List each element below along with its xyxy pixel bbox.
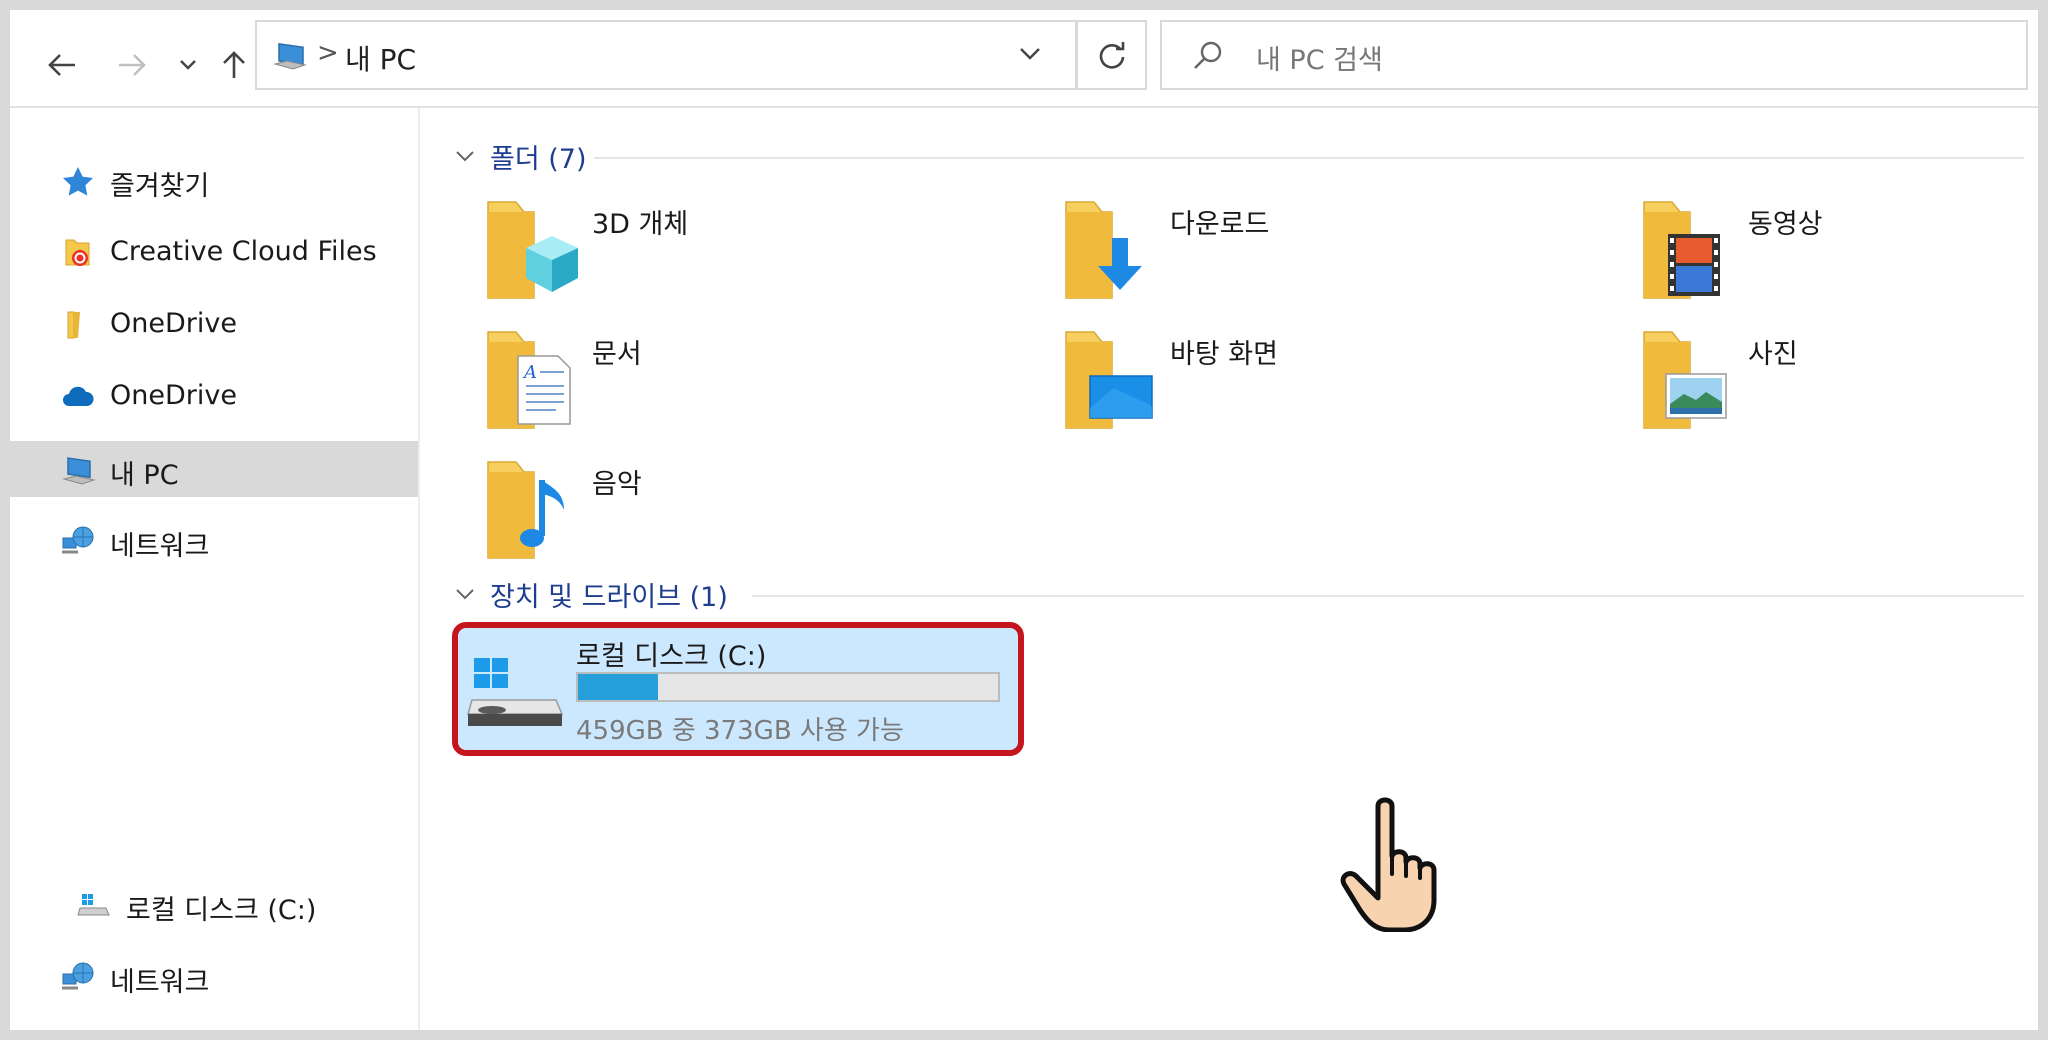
sidebar-item-network-2[interactable]: 네트워크 — [10, 948, 418, 1004]
creative-cloud-folder-icon — [65, 239, 90, 266]
sidebar-item-creative-cloud[interactable]: Creative Cloud Files — [10, 224, 418, 280]
hard-drive-icon — [467, 658, 564, 726]
folder-3d-objects[interactable]: 3D 개체 — [486, 198, 1006, 316]
refresh-icon — [1099, 42, 1124, 69]
up-button[interactable] — [212, 36, 256, 94]
sidebar-item-local-disk[interactable]: 로컬 디스크 (C:) — [10, 876, 418, 932]
folder-desktop[interactable]: 바탕 화면 — [1064, 328, 1584, 446]
drive-usage-bar — [576, 672, 1000, 702]
toolbar: > 내 PC 내 PC 검색 — [10, 10, 2038, 108]
breadcrumb-separator: > — [317, 38, 339, 68]
folder-pictures[interactable]: 사진 — [1642, 328, 2038, 446]
downloads-folder-icon — [1065, 201, 1142, 299]
file-explorer-window: > 내 PC 내 PC 검색 즐겨찾기 Creative Cloud Files… — [10, 10, 2038, 1030]
folder-icon — [67, 311, 80, 339]
back-button[interactable] — [40, 36, 84, 94]
sidebar-item-favorites[interactable]: 즐겨찾기 — [10, 152, 418, 208]
music-folder-icon — [487, 461, 564, 559]
search-box[interactable]: 내 PC 검색 — [1160, 20, 2028, 90]
arrow-left-icon — [48, 54, 75, 76]
chevron-down-icon — [456, 151, 474, 162]
forward-button[interactable] — [110, 36, 154, 94]
sidebar-item-onedrive-folder[interactable]: OneDrive — [10, 296, 418, 352]
chevron-down-icon — [180, 60, 196, 70]
recent-locations-button[interactable] — [166, 36, 210, 94]
search-icon — [1194, 41, 1222, 69]
devices-group-header[interactable]: 장치 및 드라이브 (1) — [452, 574, 728, 614]
chevron-down-icon — [456, 589, 474, 600]
folders-group-divider — [594, 157, 2024, 159]
navigation-pane: 즐겨찾기 Creative Cloud Files OneDrive OneDr… — [10, 108, 420, 1030]
drive-usage-fill — [578, 674, 658, 700]
computer-icon — [273, 42, 307, 70]
sidebar-item-my-pc[interactable]: 내 PC — [10, 441, 418, 497]
videos-folder-icon — [1643, 201, 1720, 299]
sidebar-item-network[interactable]: 네트워크 — [10, 512, 418, 568]
arrow-up-icon — [223, 51, 245, 78]
content-pane: 폴더 (7) 3D 개체 다운로드 동영상 A 문서 바탕 화면 사진 음악 장… — [422, 108, 2038, 1030]
sidebar-item-onedrive[interactable]: OneDrive — [10, 368, 418, 424]
pictures-folder-icon — [1643, 331, 1727, 429]
folder-documents[interactable]: A 문서 — [486, 328, 1006, 446]
computer-icon — [62, 457, 96, 485]
devices-group-divider — [752, 595, 2024, 597]
folder-downloads[interactable]: 다운로드 — [1064, 198, 1584, 316]
hand-pointer-icon — [1340, 797, 1437, 932]
local-disk-c-drive[interactable]: 로컬 디스크 (C:) 459GB 중 373GB 사용 가능 — [452, 622, 1024, 756]
star-icon — [63, 167, 93, 196]
folder-music[interactable]: 음악 — [486, 458, 1006, 576]
search-placeholder: 내 PC 검색 — [1256, 45, 1383, 76]
network-icon — [62, 962, 94, 990]
desktop-folder-icon — [1065, 331, 1153, 429]
cloud-icon — [63, 386, 94, 406]
svg-text:A: A — [522, 362, 537, 383]
arrow-right-icon — [119, 54, 146, 76]
3d-objects-folder-icon — [487, 201, 578, 299]
folders-group-header[interactable]: 폴더 (7) — [452, 136, 587, 176]
breadcrumb-my-pc[interactable]: 내 PC — [345, 38, 416, 78]
drive-space-text: 459GB 중 373GB 사용 가능 — [576, 716, 904, 746]
refresh-button[interactable] — [1077, 20, 1147, 90]
folder-videos[interactable]: 동영상 — [1642, 198, 2038, 316]
drive-label: 로컬 디스크 (C:) — [576, 641, 767, 672]
drive-icon — [77, 894, 110, 916]
documents-folder-icon: A — [487, 331, 571, 429]
network-icon — [62, 526, 94, 554]
address-bar[interactable]: > 내 PC — [255, 20, 1077, 90]
address-dropdown-chevron-icon[interactable] — [1017, 40, 1043, 66]
